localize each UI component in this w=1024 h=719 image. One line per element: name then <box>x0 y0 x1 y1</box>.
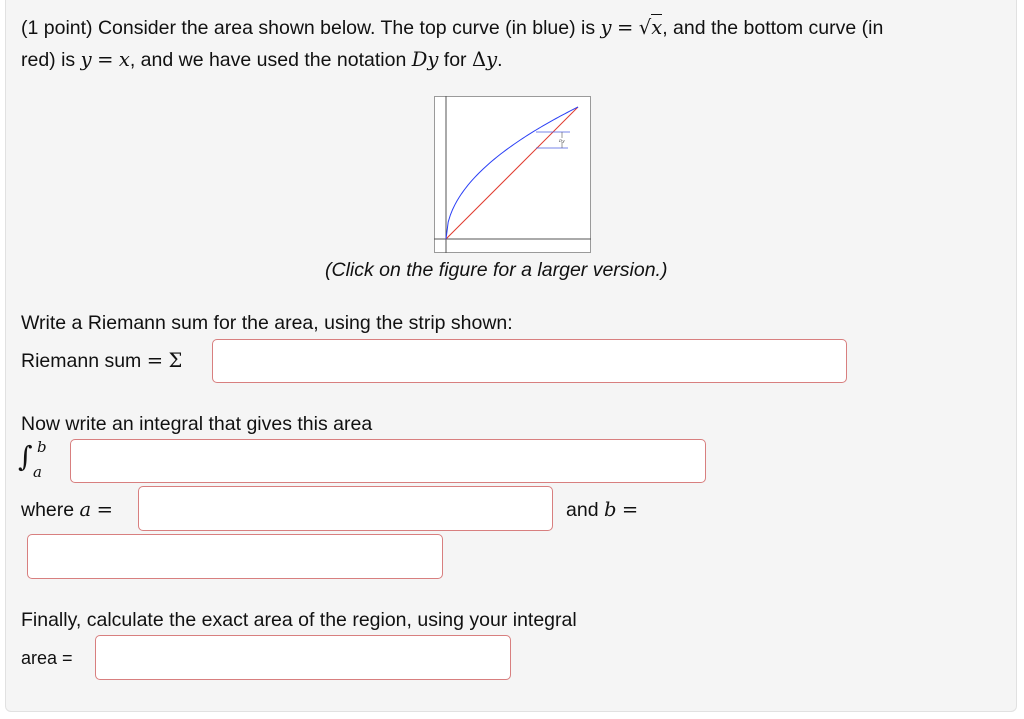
period: . <box>497 49 503 71</box>
a-variable: a <box>79 498 92 521</box>
strip-label: Dy <box>558 138 565 143</box>
area-prompt: Finally, calculate the exact area of the… <box>21 609 577 631</box>
notation-dy: Dy <box>411 48 439 71</box>
problem-intro-text: (1 point) Consider the area shown below.… <box>21 17 596 39</box>
problem-text-line-2: red) is y = x, and we have used the nota… <box>21 48 503 72</box>
top-curve-radicand: x <box>651 14 663 39</box>
top-curve-lhs: y <box>600 16 612 39</box>
problem-text-line-1: (1 point) Consider the area shown below.… <box>21 14 884 40</box>
area-label: area = <box>21 648 73 668</box>
riemann-label: Riemann sum <box>21 350 142 372</box>
integral-symbol-group: ∫ b a <box>18 438 68 486</box>
upper-bound-b-input[interactable] <box>27 534 443 579</box>
integral-lower-limit: a <box>33 463 42 481</box>
area-figure[interactable]: Dy <box>434 96 591 253</box>
where-word: where <box>21 499 75 521</box>
bottom-curve-rhs: x <box>118 48 130 71</box>
riemann-prompt: Write a Riemann sum for the area, using … <box>21 312 513 334</box>
integral-upper-limit: b <box>37 438 47 456</box>
figure-frame <box>434 96 591 253</box>
bottom-curve-lhs: y <box>80 48 92 71</box>
b-variable: b <box>603 498 617 521</box>
integral-sign-icon: ∫ <box>18 440 33 473</box>
riemann-eq: = <box>146 349 164 372</box>
area-figure-plot: Dy <box>434 96 591 253</box>
riemann-label-row: Riemann sum = Σ <box>21 349 182 373</box>
b-eq: = <box>621 498 639 521</box>
problem-line2-mid: , and we have used the notation <box>129 49 407 71</box>
area-input[interactable] <box>95 635 511 680</box>
for-word: for <box>443 49 467 71</box>
lower-bound-a-input[interactable] <box>138 486 553 531</box>
problem-line2-start: red) is <box>21 49 76 71</box>
where-a-label: where a = <box>21 498 113 522</box>
sqrt-symbol-icon: √ <box>638 16 652 39</box>
top-curve-eq: = <box>617 16 634 39</box>
and-b-label: and b = <box>566 498 638 522</box>
problem-line1-tail: , and the bottom curve (in <box>662 17 884 39</box>
and-word: and <box>566 499 599 521</box>
figure-caption[interactable]: (Click on the figure for a larger versio… <box>325 259 667 282</box>
bottom-curve-eq: = <box>97 48 114 71</box>
integral-prompt: Now write an integral that gives this ar… <box>21 413 373 435</box>
delta-symbol: Δ <box>471 48 487 71</box>
sigma-icon: Σ <box>168 349 183 372</box>
riemann-sum-input[interactable] <box>212 339 847 383</box>
integral-input[interactable] <box>70 439 706 483</box>
a-eq: = <box>96 498 113 521</box>
delta-var: y <box>486 48 498 71</box>
